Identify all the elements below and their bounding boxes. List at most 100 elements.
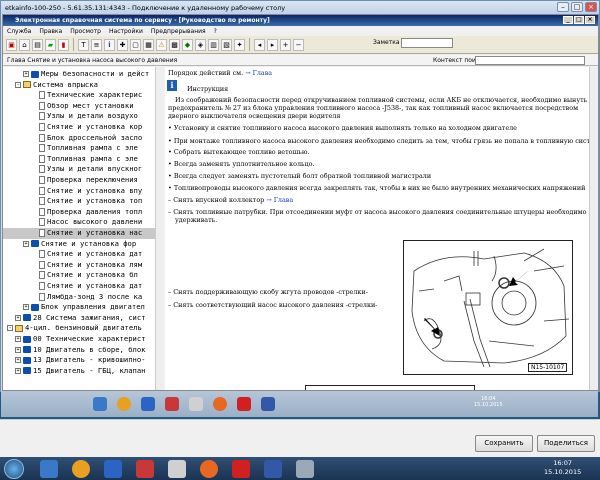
firefox-icon[interactable]	[200, 459, 218, 478]
tree-item[interactable]: Снятие и установка дат	[3, 249, 162, 260]
app-maximize-icon[interactable]: □	[574, 16, 584, 24]
capture-icon[interactable]	[296, 459, 314, 478]
rdp-icon[interactable]	[264, 459, 282, 478]
tree-item[interactable]: +15 Двигатель - ГБЦ, клапан	[3, 366, 162, 377]
tree-item[interactable]: Топливная рампа с эле	[3, 154, 162, 165]
chapter-link-2[interactable]: → Глава	[266, 196, 293, 204]
expand-icon[interactable]: +	[23, 71, 29, 77]
close-icon[interactable]: ×	[585, 2, 597, 12]
bookmark-icon[interactable]: ▮	[58, 38, 69, 51]
print-icon[interactable]: ▤	[32, 38, 43, 51]
tree-item[interactable]: Блок дроссельной засло	[3, 133, 162, 144]
app-icon[interactable]	[136, 459, 154, 478]
torque-icon[interactable]: ◆	[182, 38, 193, 51]
tree-item[interactable]: - 4-цил. бензиновый двигатель	[3, 323, 162, 334]
start-button[interactable]	[4, 459, 24, 479]
remote-dice-icon[interactable]	[189, 397, 203, 411]
tree-scrollbar[interactable]	[155, 67, 163, 390]
ie-icon[interactable]	[72, 459, 90, 478]
tree-item[interactable]: - Система впрыска	[3, 80, 162, 91]
tree-item[interactable]: Снятие и установка кор	[3, 122, 162, 133]
tree-item[interactable]: Снятие и установка лям	[3, 260, 162, 271]
expand-icon[interactable]: +	[15, 367, 21, 374]
tree-item[interactable]: Снятие и установка нас	[3, 228, 162, 239]
explorer-icon[interactable]	[40, 459, 58, 478]
tree-item[interactable]: +13 Двигатель - кривошипно-	[3, 355, 162, 366]
remote-network-icon[interactable]	[141, 397, 155, 411]
menu-item-interrupts[interactable]: Предпрерывания	[151, 28, 206, 35]
tools-icon[interactable]: ✚	[117, 38, 128, 51]
zoom-out-icon[interactable]: −	[293, 38, 304, 51]
chart-icon[interactable]: ▧	[221, 38, 232, 51]
tree-item[interactable]: Обзор мест установки	[3, 101, 162, 112]
zoom-in-icon[interactable]: +	[280, 38, 291, 51]
tree-item[interactable]: +10 Двигатель в сборе, блок	[3, 345, 162, 356]
tree-item[interactable]: +28 Система зажигания, сист	[3, 313, 162, 324]
pages-icon[interactable]: ▦	[143, 38, 154, 51]
tree-item[interactable]: + Блок управления двигател	[3, 302, 162, 313]
note-input[interactable]	[401, 38, 453, 48]
warning-icon[interactable]: ⚠	[156, 38, 167, 51]
grid-icon[interactable]: ▩	[169, 38, 180, 51]
expand-icon[interactable]: +	[15, 346, 21, 353]
maximize-icon[interactable]: □	[571, 2, 583, 12]
app-close-icon[interactable]: ×	[585, 16, 595, 24]
expand-icon[interactable]: +	[15, 357, 21, 364]
step-3: – Снять поддерживающую скобу жгута прово…	[168, 288, 368, 296]
save-button[interactable]: Сохранить	[475, 435, 533, 452]
tree-item[interactable]: Снятие и установка впу	[3, 186, 162, 197]
collapse-icon[interactable]: -	[7, 325, 13, 332]
expand-icon[interactable]: +	[15, 314, 21, 321]
open-icon[interactable]: ▰	[45, 38, 56, 51]
remote-yandex-icon[interactable]	[237, 397, 251, 411]
app-minimize-icon[interactable]: _	[563, 16, 573, 24]
tree-item[interactable]: + Меры безопасности и дейст	[3, 69, 162, 80]
tree-item[interactable]: Узлы и детали впускног	[3, 164, 162, 175]
remote-app-icon[interactable]	[165, 397, 179, 411]
tree-item[interactable]: Технические характерис	[3, 90, 162, 101]
chapter-link[interactable]: → Глава	[245, 69, 272, 77]
tree-item[interactable]: Насос высокого давлени	[3, 217, 162, 228]
dice-icon[interactable]	[168, 459, 186, 478]
tree-item[interactable]: Снятие и установка топ	[3, 196, 162, 207]
exit-icon[interactable]: ▣	[6, 38, 17, 51]
menu-item-settings[interactable]: Настройки	[109, 28, 143, 35]
remote-browser-icon[interactable]	[117, 397, 131, 411]
yandex-icon[interactable]	[232, 459, 250, 478]
search-context-input[interactable]	[475, 56, 585, 65]
tree-item[interactable]: Снятие и установка бл	[3, 270, 162, 281]
tree-item[interactable]: Проверка переключения	[3, 175, 162, 186]
collapse-icon[interactable]: -	[15, 81, 21, 88]
minimize-icon[interactable]: –	[557, 2, 569, 12]
tree-item[interactable]: +00 Технические характерист	[3, 334, 162, 345]
home-icon[interactable]: ⌂	[19, 38, 30, 51]
expand-icon[interactable]: +	[23, 240, 29, 247]
diagram-icon[interactable]: ▥	[208, 38, 219, 51]
wiring-icon[interactable]: ◈	[195, 38, 206, 51]
tree-item[interactable]: Снятие и установка дат	[3, 281, 162, 292]
tool2-icon[interactable]: ✦	[234, 38, 245, 51]
menu-item-help[interactable]: ?	[214, 28, 217, 35]
share-button[interactable]: Поделиться	[537, 435, 595, 452]
content-scrollbar[interactable]	[589, 67, 597, 390]
remote-firefox-icon[interactable]	[213, 397, 227, 411]
tree-item[interactable]: Лямбда-зонд 3 после ка	[3, 292, 162, 303]
tree-item[interactable]: Узлы и детали воздухо	[3, 111, 162, 122]
tree-item[interactable]: Проверка давления топл	[3, 207, 162, 218]
menu-item-service[interactable]: Служба	[7, 28, 31, 35]
back-icon[interactable]: ◂	[254, 38, 265, 51]
doc-icon[interactable]: ▢	[130, 38, 141, 51]
remote-rdp-icon[interactable]	[261, 397, 275, 411]
forward-icon[interactable]: ▸	[267, 38, 278, 51]
expand-icon[interactable]: +	[15, 336, 21, 342]
text-icon[interactable]: T	[78, 38, 89, 51]
expand-icon[interactable]: +	[23, 304, 29, 311]
tree-item[interactable]: Топливная рампа с эле	[3, 143, 162, 154]
info-icon[interactable]: i	[104, 38, 115, 51]
list-icon[interactable]: ≡	[91, 38, 102, 51]
menu-item-edit[interactable]: Правка	[39, 28, 62, 35]
remote-start-icon[interactable]	[93, 397, 107, 411]
menu-item-view[interactable]: Просмотр	[70, 28, 101, 35]
tree-item[interactable]: + Снятие и установка фор	[3, 239, 162, 250]
network-icon[interactable]	[104, 459, 122, 478]
